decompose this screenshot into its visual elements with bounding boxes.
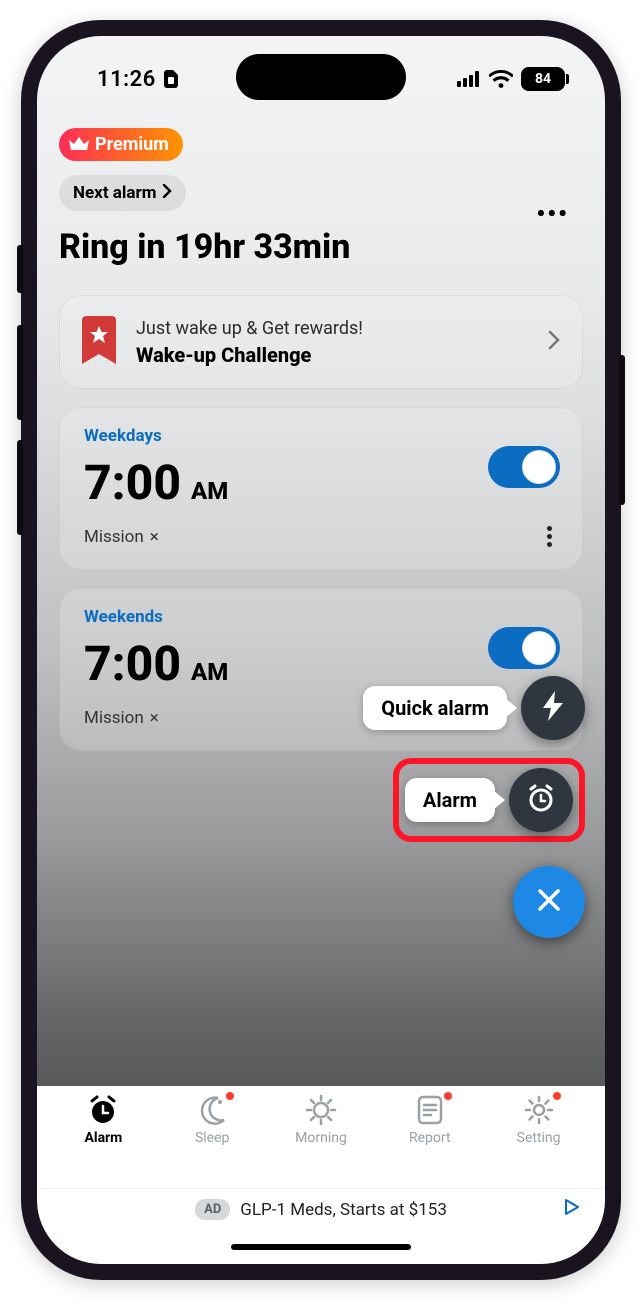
content-area: ••• Premium Next alarm Ring in 19hr 33mi…	[37, 100, 605, 1086]
mission-label: Mission	[84, 527, 144, 547]
tab-bar: Alarm Sleep Morning Report	[37, 1086, 605, 1188]
challenge-card[interactable]: Just wake up & Get rewards! Wake-up Chal…	[59, 295, 583, 389]
screen: 11:26 84 •••	[37, 36, 605, 1264]
tab-label: Report	[409, 1130, 451, 1146]
home-indicator[interactable]	[37, 1230, 605, 1264]
notch	[236, 54, 406, 100]
side-button	[17, 440, 23, 535]
ad-badge: AD	[195, 1199, 230, 1220]
challenge-line1: Just wake up & Get rewards!	[136, 318, 363, 339]
premium-label: Premium	[95, 134, 169, 155]
fab-row-alarm: Alarm	[405, 768, 573, 832]
alarm-toggle[interactable]	[488, 627, 560, 669]
alarm-label: Weekends	[84, 607, 558, 627]
gear-icon	[523, 1094, 555, 1126]
notification-dot	[553, 1092, 561, 1100]
ad-bar[interactable]: AD GLP-1 Meds, Starts at $153	[37, 1188, 605, 1230]
battery-percent: 84	[535, 71, 551, 87]
highlight-annotation: Alarm	[393, 758, 585, 842]
bookmark-star-icon	[82, 316, 116, 368]
alarm-fab-button[interactable]	[509, 768, 573, 832]
ad-choices-icon[interactable]	[563, 1198, 581, 1221]
mission-off-icon: ×	[150, 527, 159, 547]
alarm-clock-icon	[526, 783, 556, 817]
tab-label: Setting	[517, 1130, 561, 1146]
close-fab-button[interactable]	[513, 866, 585, 938]
phone-frame: 11:26 84 •••	[21, 20, 621, 1280]
report-icon	[415, 1094, 445, 1126]
alarm-toggle[interactable]	[488, 446, 560, 488]
alarm-ampm: AM	[191, 477, 228, 505]
moon-icon	[196, 1094, 228, 1126]
status-left: 11:26	[97, 67, 178, 92]
side-button	[619, 355, 625, 505]
quick-alarm-button[interactable]	[521, 676, 585, 740]
tab-alarm[interactable]: Alarm	[53, 1094, 153, 1146]
tab-label: Alarm	[84, 1130, 122, 1146]
status-time: 11:26	[97, 67, 156, 92]
mission-row: Mission ×	[84, 527, 558, 547]
more-menu-button[interactable]: •••	[536, 200, 569, 228]
side-button	[17, 245, 23, 293]
alarm-label: Weekdays	[84, 426, 558, 446]
notification-dot	[226, 1092, 234, 1100]
side-button	[17, 325, 23, 420]
cell-signal-icon	[457, 71, 481, 87]
challenge-text: Just wake up & Get rewards! Wake-up Chal…	[136, 318, 363, 367]
mission-label: Mission	[84, 708, 144, 728]
notification-dot	[444, 1092, 452, 1100]
tab-label: Sleep	[195, 1130, 229, 1146]
ad-text: GLP-1 Meds, Starts at $153	[240, 1200, 447, 1220]
kebab-menu-button[interactable]	[547, 526, 552, 547]
sim-card-icon	[164, 70, 178, 88]
crown-icon	[69, 137, 89, 153]
close-icon	[536, 887, 562, 917]
alarm-card-weekdays[interactable]: Weekdays 7:00 AM Mission ×	[59, 407, 583, 570]
fab-zone: Quick alarm Alarm	[363, 676, 585, 938]
status-right: 84	[457, 67, 565, 91]
alarm-icon	[87, 1094, 119, 1126]
sun-icon	[304, 1094, 338, 1126]
fab-row-quick-alarm: Quick alarm	[363, 676, 585, 740]
chevron-right-icon	[162, 183, 172, 203]
next-alarm-chip[interactable]: Next alarm	[59, 175, 186, 211]
alarm-fab-label: Alarm	[405, 778, 495, 822]
alarm-time-value: 7:00	[84, 635, 181, 692]
ring-in-text: Ring in 19hr 33min	[59, 227, 583, 267]
alarm-time-value: 7:00	[84, 454, 181, 511]
lightning-icon	[543, 691, 563, 725]
alarm-time: 7:00 AM	[84, 454, 558, 511]
quick-alarm-label: Quick alarm	[363, 686, 507, 730]
tab-sleep[interactable]: Sleep	[162, 1094, 262, 1146]
tab-morning[interactable]: Morning	[271, 1094, 371, 1146]
challenge-line2: Wake-up Challenge	[136, 343, 363, 367]
battery-icon: 84	[521, 67, 565, 91]
tab-label: Morning	[295, 1130, 347, 1146]
chevron-right-icon	[548, 328, 560, 356]
next-alarm-label: Next alarm	[73, 183, 156, 203]
mission-off-icon: ×	[150, 708, 159, 728]
tab-setting[interactable]: Setting	[489, 1094, 589, 1146]
alarm-ampm: AM	[191, 658, 228, 686]
tab-report[interactable]: Report	[380, 1094, 480, 1146]
wifi-icon	[489, 70, 513, 88]
premium-badge[interactable]: Premium	[59, 128, 183, 161]
